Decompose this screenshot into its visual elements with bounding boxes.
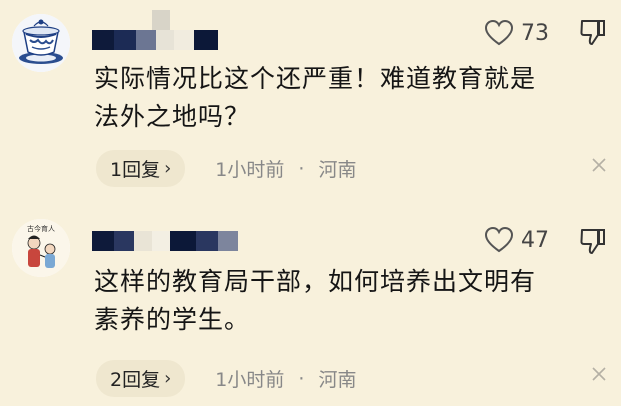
comment-text-line: 素养的学生。: [94, 305, 251, 334]
avatar[interactable]: [12, 14, 70, 72]
comment-text: 这样的教育局干部，如何培养出文明有 素养的学生。: [94, 263, 601, 339]
like-button[interactable]: 47: [485, 227, 549, 253]
like-count: 47: [521, 227, 549, 253]
close-icon[interactable]: [591, 366, 607, 382]
location: 河南: [318, 159, 357, 181]
timestamp: 1小时前: [215, 159, 285, 181]
comment-text-line: 实际情况比这个还严重！难道教育就是: [94, 64, 537, 93]
username-masked[interactable]: [92, 30, 218, 50]
like-button[interactable]: 73: [485, 20, 549, 46]
location: 河南: [318, 369, 357, 391]
reply-button[interactable]: 1回复 ›: [96, 150, 186, 187]
comment-text: 实际情况比这个还严重！难道教育就是 法外之地吗？: [94, 60, 601, 136]
avatar-text: 古今育人: [27, 224, 55, 233]
thumbs-down-icon[interactable]: [579, 227, 607, 255]
separator-dot: ·: [298, 367, 305, 390]
close-icon[interactable]: [591, 157, 607, 173]
comment-2: 古今育人 47 这样的教育局干部，如何培养出文明有 素养的学生。 2回复 › 1…: [0, 203, 621, 406]
reply-button[interactable]: 2回复 ›: [96, 360, 186, 397]
thumbs-down-icon[interactable]: [579, 18, 607, 46]
username-masked-top: [152, 10, 170, 30]
comment-1: 73 实际情况比这个还严重！难道教育就是 法外之地吗？ 1回复 › 1小时前 ·…: [0, 0, 621, 203]
timestamp: 1小时前: [215, 369, 285, 391]
avatar[interactable]: 古今育人: [12, 219, 70, 277]
comment-text-line: 法外之地吗？: [94, 102, 251, 131]
comment-meta: 2回复 › 1小时前 · 河南: [96, 360, 356, 397]
heart-icon: [485, 227, 513, 253]
reply-count: 2回复: [110, 369, 161, 391]
separator-dot: ·: [298, 157, 305, 180]
chevron-right-icon: ›: [164, 158, 172, 179]
comment-meta: 1回复 › 1小时前 · 河南: [96, 150, 356, 187]
like-count: 73: [521, 20, 549, 46]
comment-text-line: 这样的教育局干部，如何培养出文明有: [94, 267, 537, 296]
chevron-right-icon: ›: [164, 368, 172, 389]
username-masked[interactable]: [92, 231, 238, 251]
heart-icon: [485, 20, 513, 46]
reply-count: 1回复: [110, 159, 161, 181]
